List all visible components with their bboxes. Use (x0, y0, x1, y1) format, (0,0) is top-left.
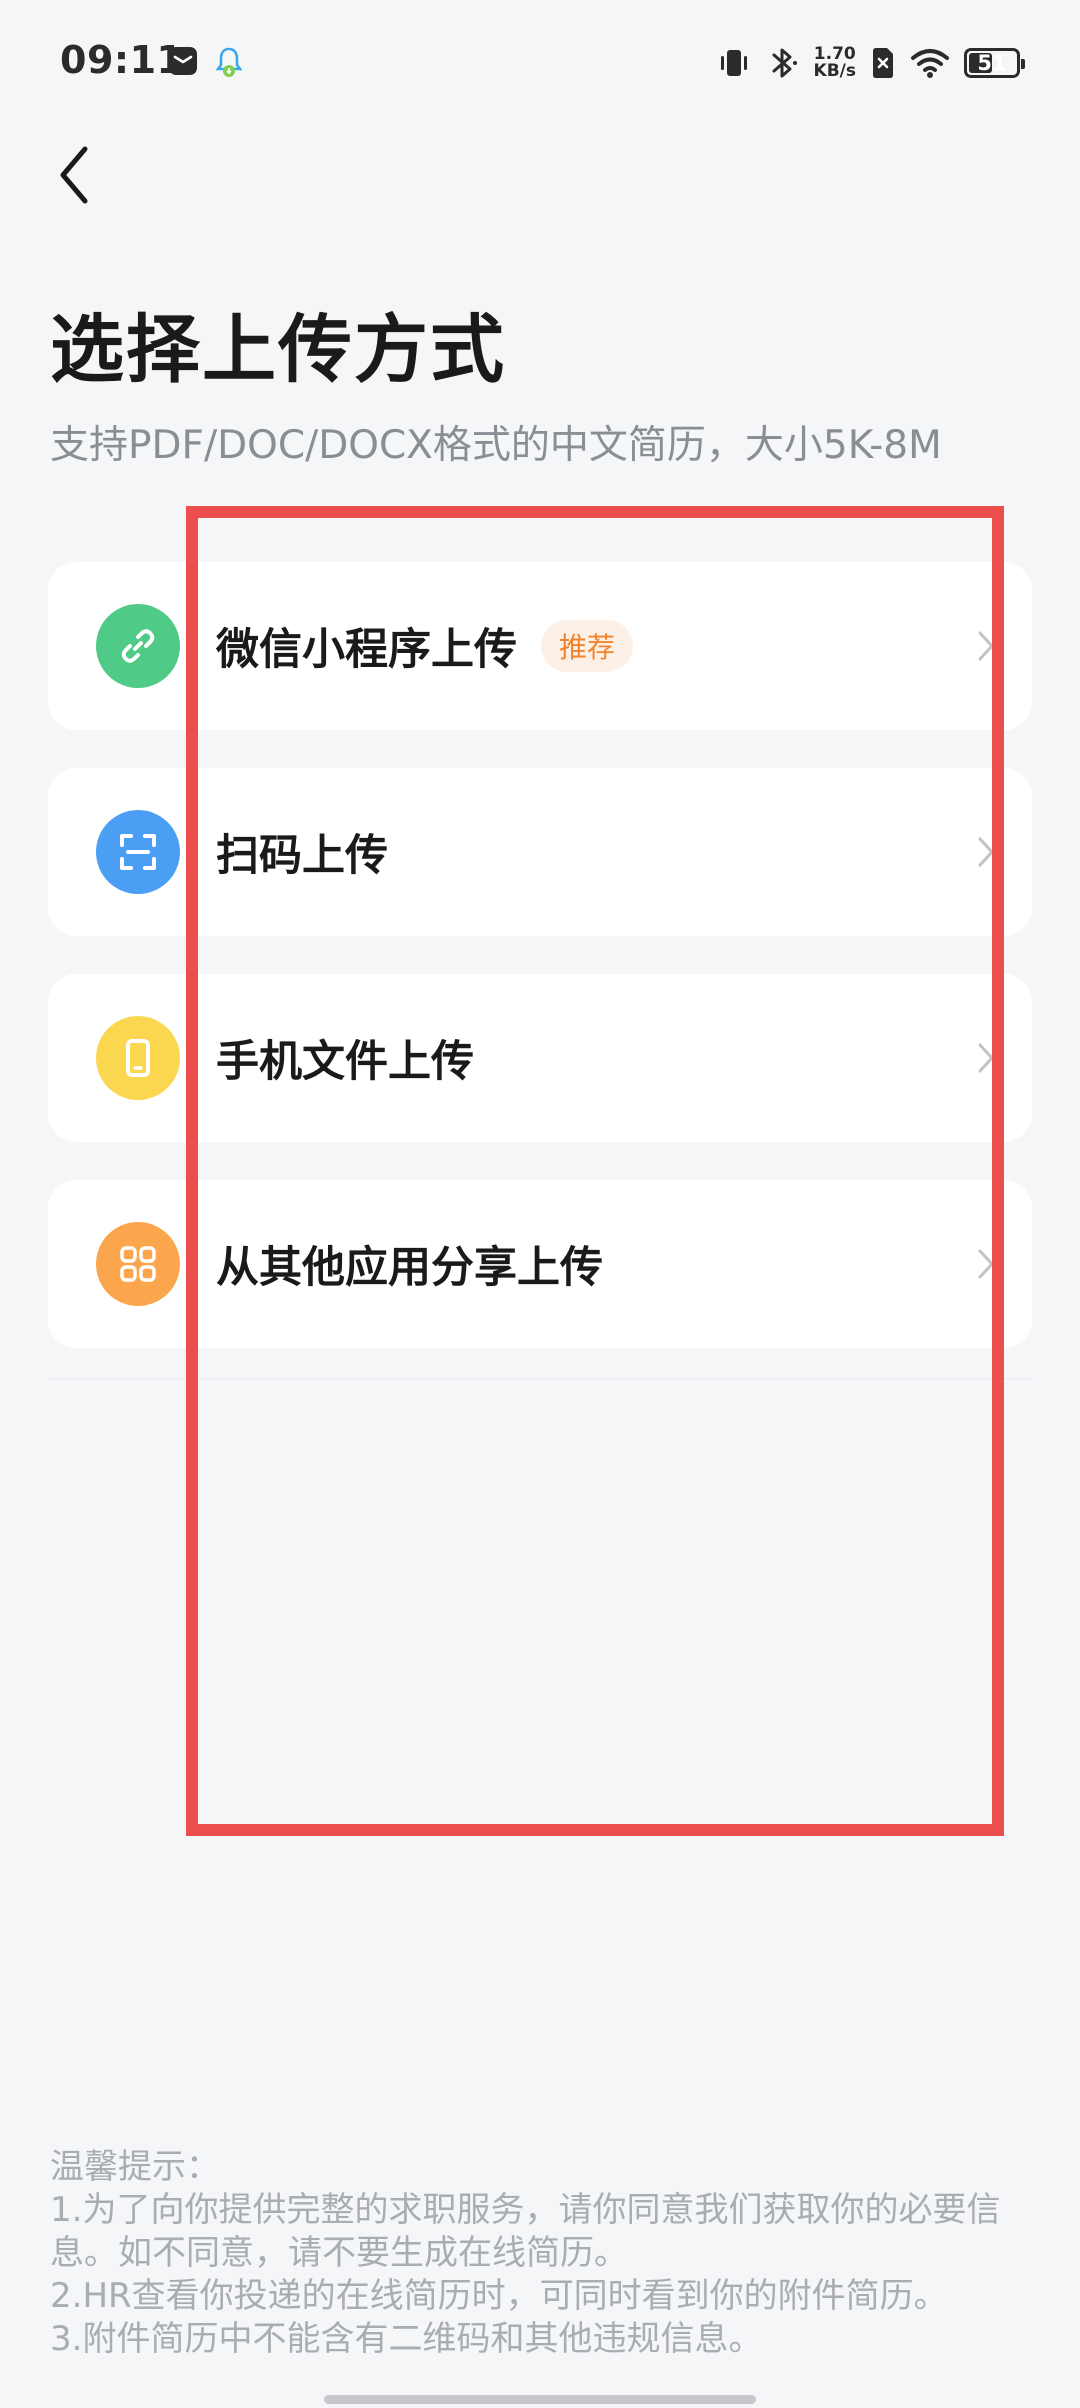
option-label: 从其他应用分享上传 (216, 1243, 603, 1293)
option-label: 微信小程序上传 推荐 (216, 562, 634, 730)
chevron-left-icon (60, 146, 88, 204)
option-label: 扫码上传 (216, 831, 388, 881)
vibrate-icon (716, 45, 752, 81)
option-scan-upload[interactable]: 扫码上传 (48, 768, 1032, 936)
page-subtitle: 支持PDF/DOC/DOCX格式的中文简历，大小5K-8M (50, 423, 942, 468)
phone-icon (96, 1016, 180, 1100)
tips-line-1: 1.为了向你提供完整的求职服务，请你同意我们获取你的必要信息。如不同意，请不要生… (50, 2190, 1001, 2273)
chevron-right-icon (976, 974, 996, 1142)
option-share-from-apps-upload[interactable]: 从其他应用分享上传 (48, 1180, 1032, 1348)
option-label-text: 微信小程序上传 (216, 625, 517, 675)
status-time: 09:11 (60, 38, 184, 82)
recommended-badge: 推荐 (541, 620, 634, 672)
link-icon (96, 604, 180, 688)
divider (48, 1378, 1032, 1380)
chevron-right-icon (976, 562, 996, 730)
back-button[interactable] (40, 130, 110, 220)
bluetooth-icon (766, 45, 800, 81)
network-speed: 1.70 KB/s (814, 46, 856, 80)
tips-heading: 温馨提示： (50, 2147, 220, 2187)
app-notification-icon (214, 46, 244, 77)
battery-level: 51 (977, 51, 1007, 75)
apps-icon (96, 1222, 180, 1306)
wifi-icon (910, 47, 950, 79)
tips-line-3: 3.附件简历中不能含有二维码和其他违规信息。 (50, 2319, 763, 2359)
battery-icon: 51 (964, 48, 1025, 78)
battery-cap (1021, 59, 1025, 69)
page-title: 选择上传方式 (50, 307, 506, 393)
status-right-group: 1.70 KB/s 51 (716, 38, 1025, 88)
status-bar: 09:11 1.70 KB/s 51 (0, 0, 1080, 130)
option-wechat-miniprogram-upload[interactable]: 微信小程序上传 推荐 (48, 562, 1032, 730)
tips-line-2: 2.HR查看你投递的在线简历时，可同时看到你的附件简历。 (50, 2276, 948, 2316)
network-speed-unit: KB/s (813, 61, 856, 81)
option-phone-file-upload[interactable]: 手机文件上传 (48, 974, 1032, 1142)
tips-section: 温馨提示： 1.为了向你提供完整的求职服务，请你同意我们获取你的必要信息。如不同… (50, 2146, 1040, 2361)
option-label: 手机文件上传 (216, 1037, 474, 1087)
upload-option-list: 微信小程序上传 推荐 扫码上传 手机文件上传 从其他应用分享上传 (48, 562, 1032, 1386)
home-indicator[interactable] (324, 2395, 756, 2404)
chevron-right-icon (976, 1180, 996, 1348)
chevron-right-icon (976, 768, 996, 936)
scan-icon (96, 810, 180, 894)
no-sim-icon (870, 47, 896, 79)
mail-notification-icon (168, 46, 198, 76)
